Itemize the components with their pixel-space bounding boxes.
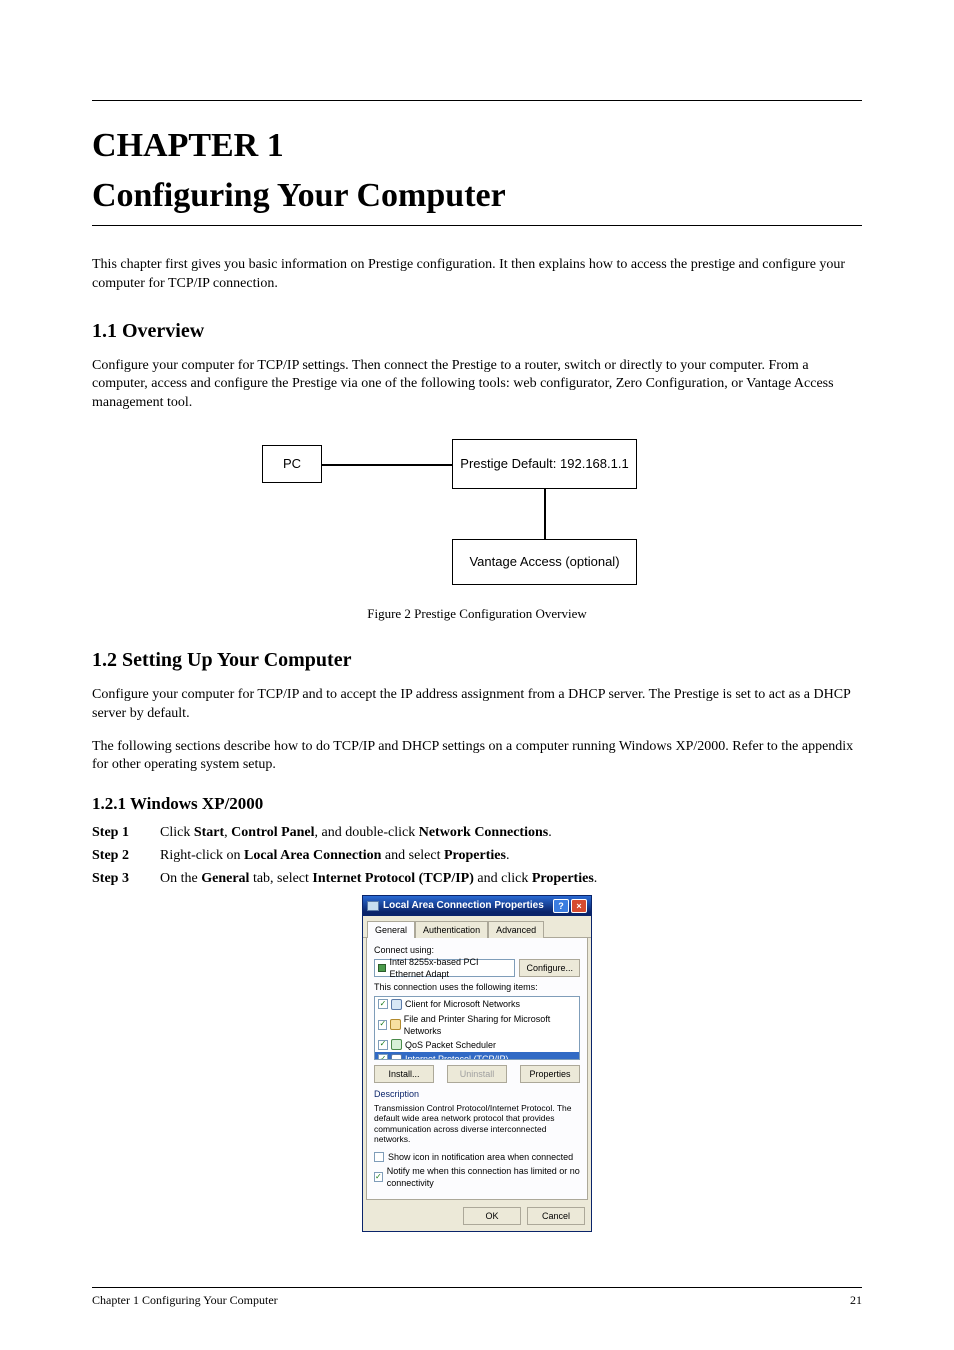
adapter-name: Intel 8255x-based PCI Ethernet Adapt (389, 956, 511, 980)
subsection-winxp-title: 1.2.1 Windows XP/2000 (92, 793, 862, 816)
section-overview-body: Configure your computer for TCP/IP setti… (92, 357, 862, 414)
show-icon-checkbox[interactable]: ✓ (374, 1152, 384, 1162)
qos-icon (391, 1039, 402, 1050)
show-icon-label: Show icon in notification area when conn… (388, 1151, 573, 1163)
tab-authentication[interactable]: Authentication (415, 921, 488, 938)
checkbox-icon[interactable]: ✓ (378, 1040, 388, 1050)
properties-button[interactable]: Properties (520, 1065, 580, 1083)
dialog-titlebar[interactable]: Local Area Connection Properties ? × (363, 896, 591, 916)
tab-advanced[interactable]: Advanced (488, 921, 544, 938)
cancel-button[interactable]: Cancel (527, 1207, 585, 1225)
adapter-field[interactable]: Intel 8255x-based PCI Ethernet Adapt (374, 959, 515, 977)
file-share-icon (390, 1019, 400, 1030)
uninstall-button[interactable]: Uninstall (447, 1065, 507, 1083)
intro-paragraph: This chapter first gives you basic infor… (92, 256, 862, 294)
section-overview-title: 1.1 Overview (92, 318, 862, 345)
diagram-vantage-box: Vantage Access (optional) (452, 539, 637, 585)
page-number: 21 (850, 1292, 862, 1308)
section-setup-p1: Configure your computer for TCP/IP and t… (92, 686, 862, 724)
chapter-number: CHAPTER 1 (92, 123, 862, 169)
close-icon[interactable]: × (571, 899, 587, 913)
nic-icon (378, 964, 386, 972)
description-text: Transmission Control Protocol/Internet P… (374, 1103, 580, 1152)
client-icon (391, 999, 402, 1010)
help-icon[interactable]: ? (553, 899, 569, 913)
section-setup-title: 1.2 Setting Up Your Computer (92, 647, 862, 674)
footer-chapter: Chapter 1 Configuring Your Computer (92, 1292, 278, 1308)
lan-properties-dialog: Local Area Connection Properties ? × Gen… (362, 895, 592, 1232)
items-label: This connection uses the following items… (374, 981, 580, 993)
chapter-title: Configuring Your Computer (92, 173, 862, 219)
description-label: Description (374, 1088, 580, 1100)
list-item[interactable]: ✓ QoS Packet Scheduler (375, 1038, 579, 1052)
section-setup-p2: The following sections describe how to d… (92, 738, 862, 776)
dialog-title: Local Area Connection Properties (383, 899, 544, 913)
checkbox-icon[interactable]: ✓ (378, 1054, 388, 1060)
step-1: Step 1 Click Start, Control Panel, and d… (92, 824, 862, 843)
figure-2-diagram: PC Prestige Default: 192.168.1.1 Vantage… (262, 431, 692, 601)
step-2: Step 2 Right-click on Local Area Connect… (92, 847, 862, 866)
connection-items-list[interactable]: ✓ Client for Microsoft Networks ✓ File a… (374, 996, 580, 1060)
notify-checkbox[interactable]: ✓ (374, 1172, 383, 1182)
step-3: Step 3 On the General tab, select Intern… (92, 870, 862, 889)
connection-icon (367, 901, 379, 911)
diagram-prestige-box: Prestige Default: 192.168.1.1 (452, 439, 637, 489)
list-item-selected[interactable]: ✓ Internet Protocol (TCP/IP) (375, 1052, 579, 1060)
connect-using-label: Connect using: (374, 944, 580, 956)
protocol-icon (391, 1054, 402, 1061)
dialog-tabstrip: General Authentication Advanced (363, 916, 591, 938)
checkbox-icon[interactable]: ✓ (378, 999, 388, 1009)
tab-general[interactable]: General (367, 921, 415, 938)
list-item[interactable]: ✓ Client for Microsoft Networks (375, 997, 579, 1011)
install-button[interactable]: Install... (374, 1065, 434, 1083)
diagram-pc-box: PC (262, 445, 322, 483)
figure-2-caption: Figure 2 Prestige Configuration Overview (92, 605, 862, 623)
list-item[interactable]: ✓ File and Printer Sharing for Microsoft… (375, 1012, 579, 1038)
ok-button[interactable]: OK (463, 1207, 521, 1225)
configure-button[interactable]: Configure... (519, 959, 580, 977)
notify-label: Notify me when this connection has limit… (387, 1165, 580, 1189)
checkbox-icon[interactable]: ✓ (378, 1020, 387, 1030)
